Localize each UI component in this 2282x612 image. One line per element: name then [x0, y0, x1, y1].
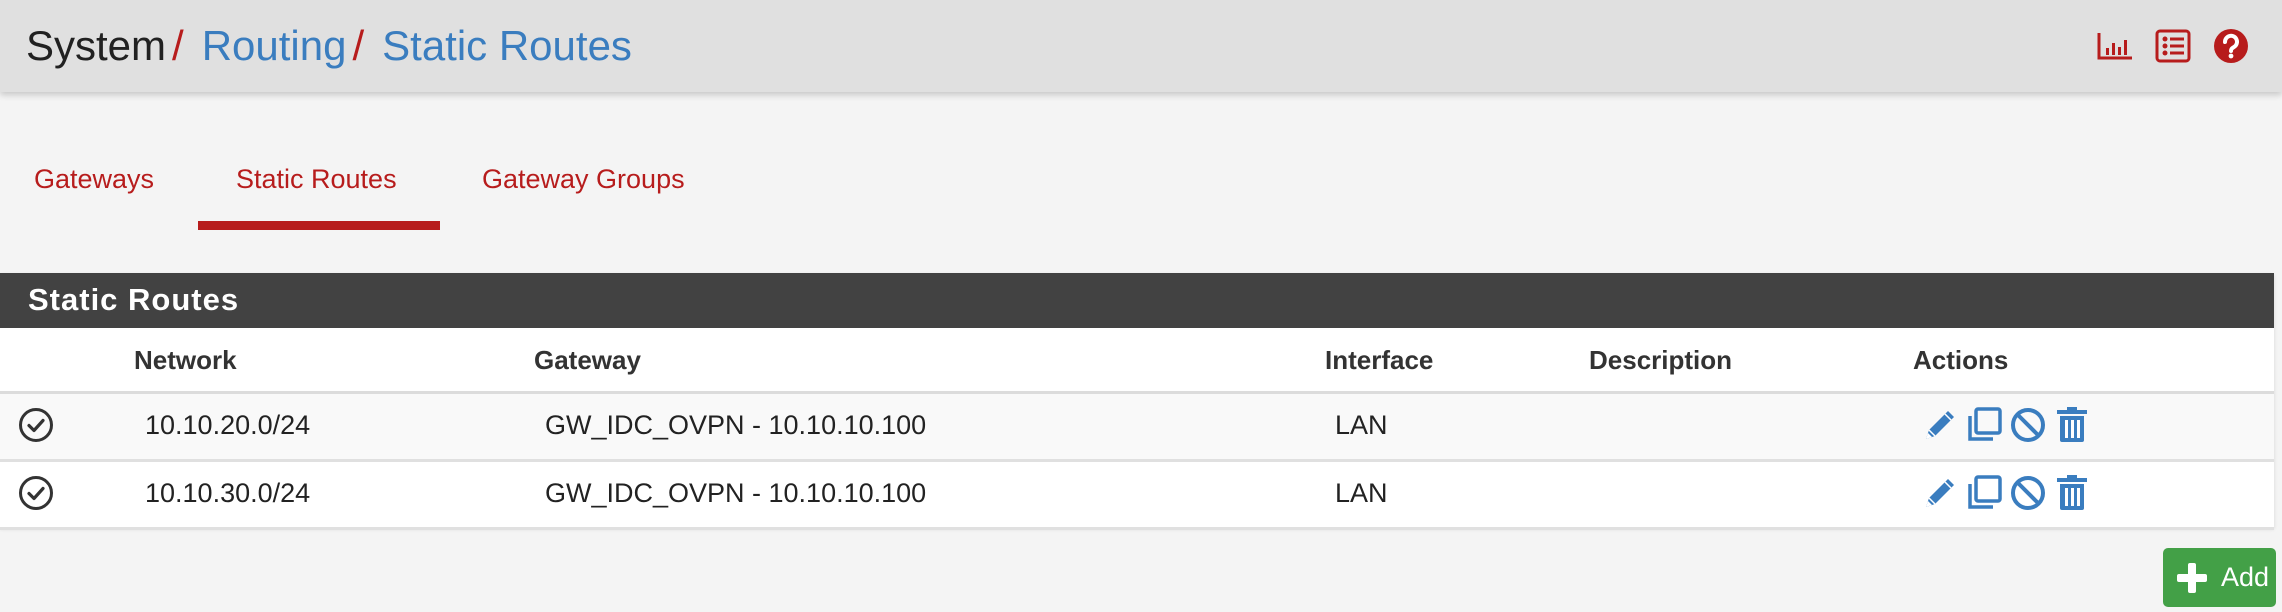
cell-network: 10.10.30.0/24 [145, 478, 311, 508]
check-circle-icon [18, 475, 54, 511]
cell-interface: LAN [1335, 478, 1388, 508]
edit-icon[interactable] [1920, 473, 1960, 513]
breadcrumb-system: System [26, 22, 167, 69]
active-tab-indicator [198, 221, 440, 230]
breadcrumb: System / Routing / Static Routes [26, 18, 632, 74]
add-button-label: Add [2221, 562, 2270, 592]
disable-icon[interactable] [2008, 405, 2048, 445]
check-circle-icon [18, 407, 54, 443]
edit-icon[interactable] [1920, 405, 1960, 445]
breadcrumb-routing[interactable]: Routing [202, 22, 347, 69]
chart-icon[interactable] [2096, 28, 2134, 64]
delete-icon[interactable] [2052, 473, 2092, 513]
panel-heading: Static Routes [0, 273, 2274, 328]
column-header-actions: Actions [1913, 345, 2009, 375]
help-icon[interactable] [2212, 28, 2250, 64]
disable-icon[interactable] [2008, 473, 2048, 513]
column-header-description: Description [1589, 345, 1733, 375]
cell-interface: LAN [1335, 410, 1388, 440]
table-row: 10.10.20.0/24 GW_IDC_OVPN - 10.10.10.100… [0, 394, 2274, 462]
cell-gateway: GW_IDC_OVPN - 10.10.10.100 [545, 478, 927, 508]
tab-static-routes[interactable]: Static Routes [236, 164, 397, 195]
panel-title: Static Routes [28, 282, 240, 317]
column-header-network: Network [134, 345, 237, 375]
cell-gateway: GW_IDC_OVPN - 10.10.10.100 [545, 410, 927, 440]
column-header-gateway: Gateway [534, 345, 641, 375]
plus-icon [2177, 562, 2207, 593]
copy-icon[interactable] [1964, 405, 2004, 445]
breadcrumb-static-routes[interactable]: Static Routes [382, 22, 632, 69]
add-button[interactable]: Add [2163, 548, 2276, 607]
tab-gateway-groups[interactable]: Gateway Groups [482, 164, 685, 195]
delete-icon[interactable] [2052, 405, 2092, 445]
tab-gateways[interactable]: Gateways [34, 164, 154, 195]
table-row: 10.10.30.0/24 GW_IDC_OVPN - 10.10.10.100… [0, 462, 2274, 530]
page-header: System / Routing / Static Routes [0, 0, 2282, 92]
breadcrumb-separator: / [352, 22, 365, 69]
breadcrumb-separator: / [172, 22, 184, 69]
static-routes-panel: Static Routes Network Gateway Interface … [0, 273, 2274, 530]
column-header-interface: Interface [1325, 345, 1434, 375]
table-header: Network Gateway Interface Description Ac… [0, 329, 2274, 395]
cell-network: 10.10.20.0/24 [145, 410, 311, 440]
list-icon[interactable] [2154, 28, 2192, 64]
copy-icon[interactable] [1964, 473, 2004, 513]
